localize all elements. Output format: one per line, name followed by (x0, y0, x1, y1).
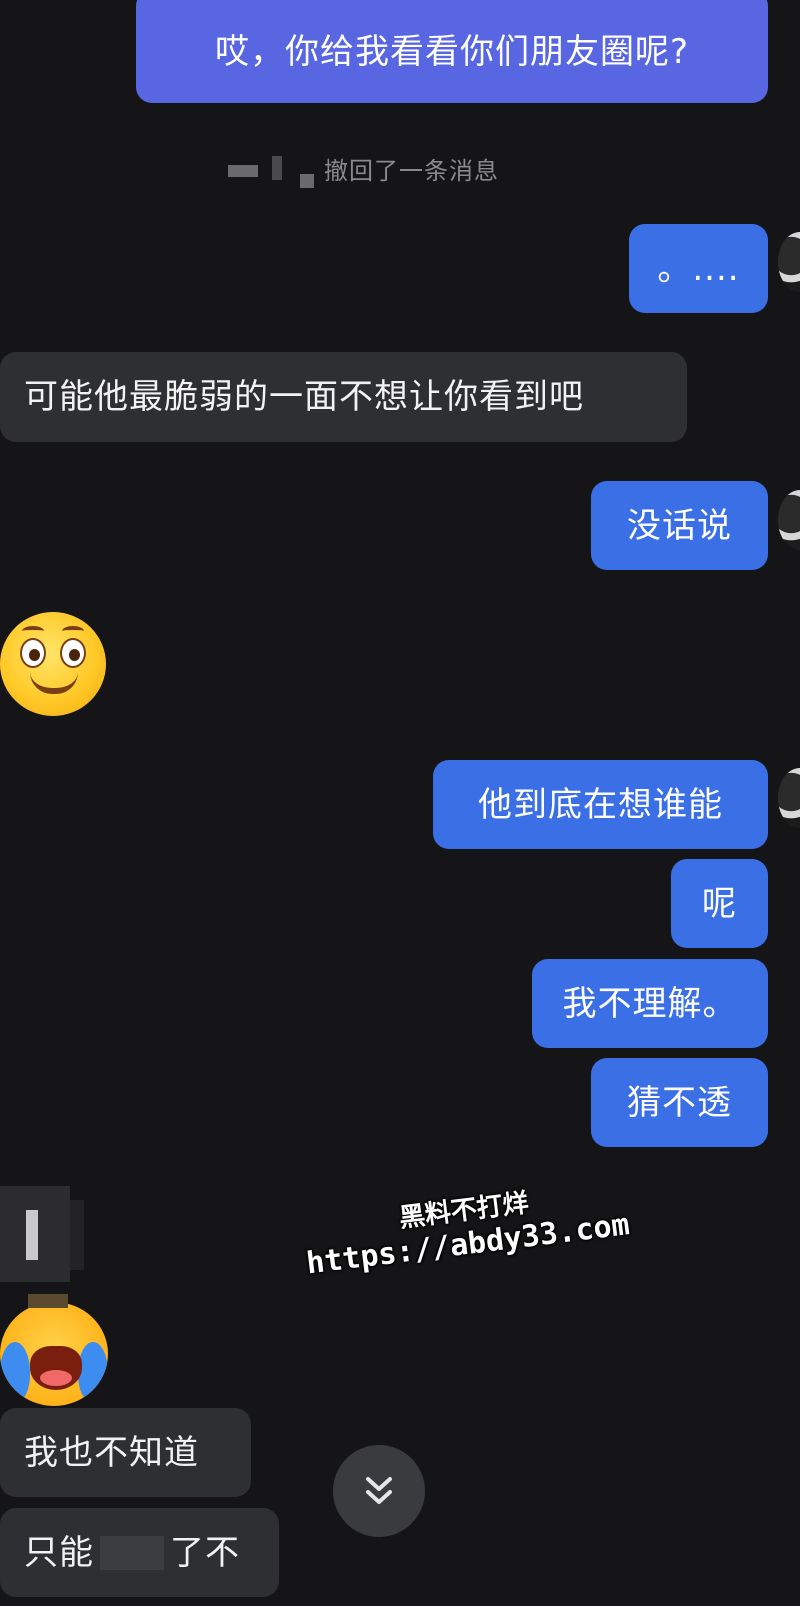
crying-laughing-emoji (0, 1302, 108, 1406)
eye (60, 638, 86, 668)
avatar[interactable] (778, 490, 800, 550)
outgoing-message[interactable]: 。.... (629, 224, 768, 313)
eye (20, 638, 46, 668)
redacted-emoji (28, 1294, 68, 1308)
brow (22, 626, 44, 636)
outgoing-message[interactable]: 哎，你给我看看你们朋友圈呢? (136, 0, 768, 103)
tear (0, 1342, 30, 1402)
smile-emoji (0, 612, 106, 716)
redacted-name (228, 165, 258, 177)
redacted-text (100, 1535, 164, 1570)
tear (78, 1342, 108, 1402)
redacted-message (70, 1200, 84, 1270)
chat-view[interactable]: 哎，你给我看看你们朋友圈呢? 撤回了一条消息 。.... 可能他最脆弱的一面不想… (0, 0, 800, 1606)
avatar[interactable] (778, 768, 800, 828)
redacted-name (272, 156, 282, 180)
outgoing-message[interactable]: 我不理解。 (532, 959, 768, 1048)
incoming-message[interactable]: 可能他最脆弱的一面不想让你看到吧 (0, 352, 687, 442)
message-text: 只能 (24, 1532, 94, 1573)
recall-text: 撤回了一条消息 (324, 156, 499, 185)
redacted-name (300, 174, 314, 188)
incoming-message[interactable]: 我也不知道 (0, 1408, 251, 1497)
outgoing-message[interactable]: 猜不透 (591, 1058, 768, 1147)
outgoing-message[interactable]: 没话说 (591, 481, 768, 570)
recall-notice: 撤回了一条消息 (228, 148, 499, 188)
avatar[interactable] (778, 232, 800, 292)
brow (62, 626, 84, 636)
incoming-message[interactable]: 只能 了不 (0, 1508, 279, 1597)
scroll-to-bottom-button[interactable] (333, 1445, 425, 1537)
message-text: 了不 (170, 1532, 240, 1573)
watermark: 黑料不打烊 https://abdy33.com (300, 1170, 632, 1281)
outgoing-message[interactable]: 他到底在想谁能 (433, 760, 768, 849)
mouth (30, 1346, 82, 1390)
redacted-message (26, 1210, 38, 1260)
double-chevron-down-icon (361, 1473, 397, 1509)
mouth (30, 672, 78, 694)
outgoing-message[interactable]: 呢 (671, 859, 768, 948)
